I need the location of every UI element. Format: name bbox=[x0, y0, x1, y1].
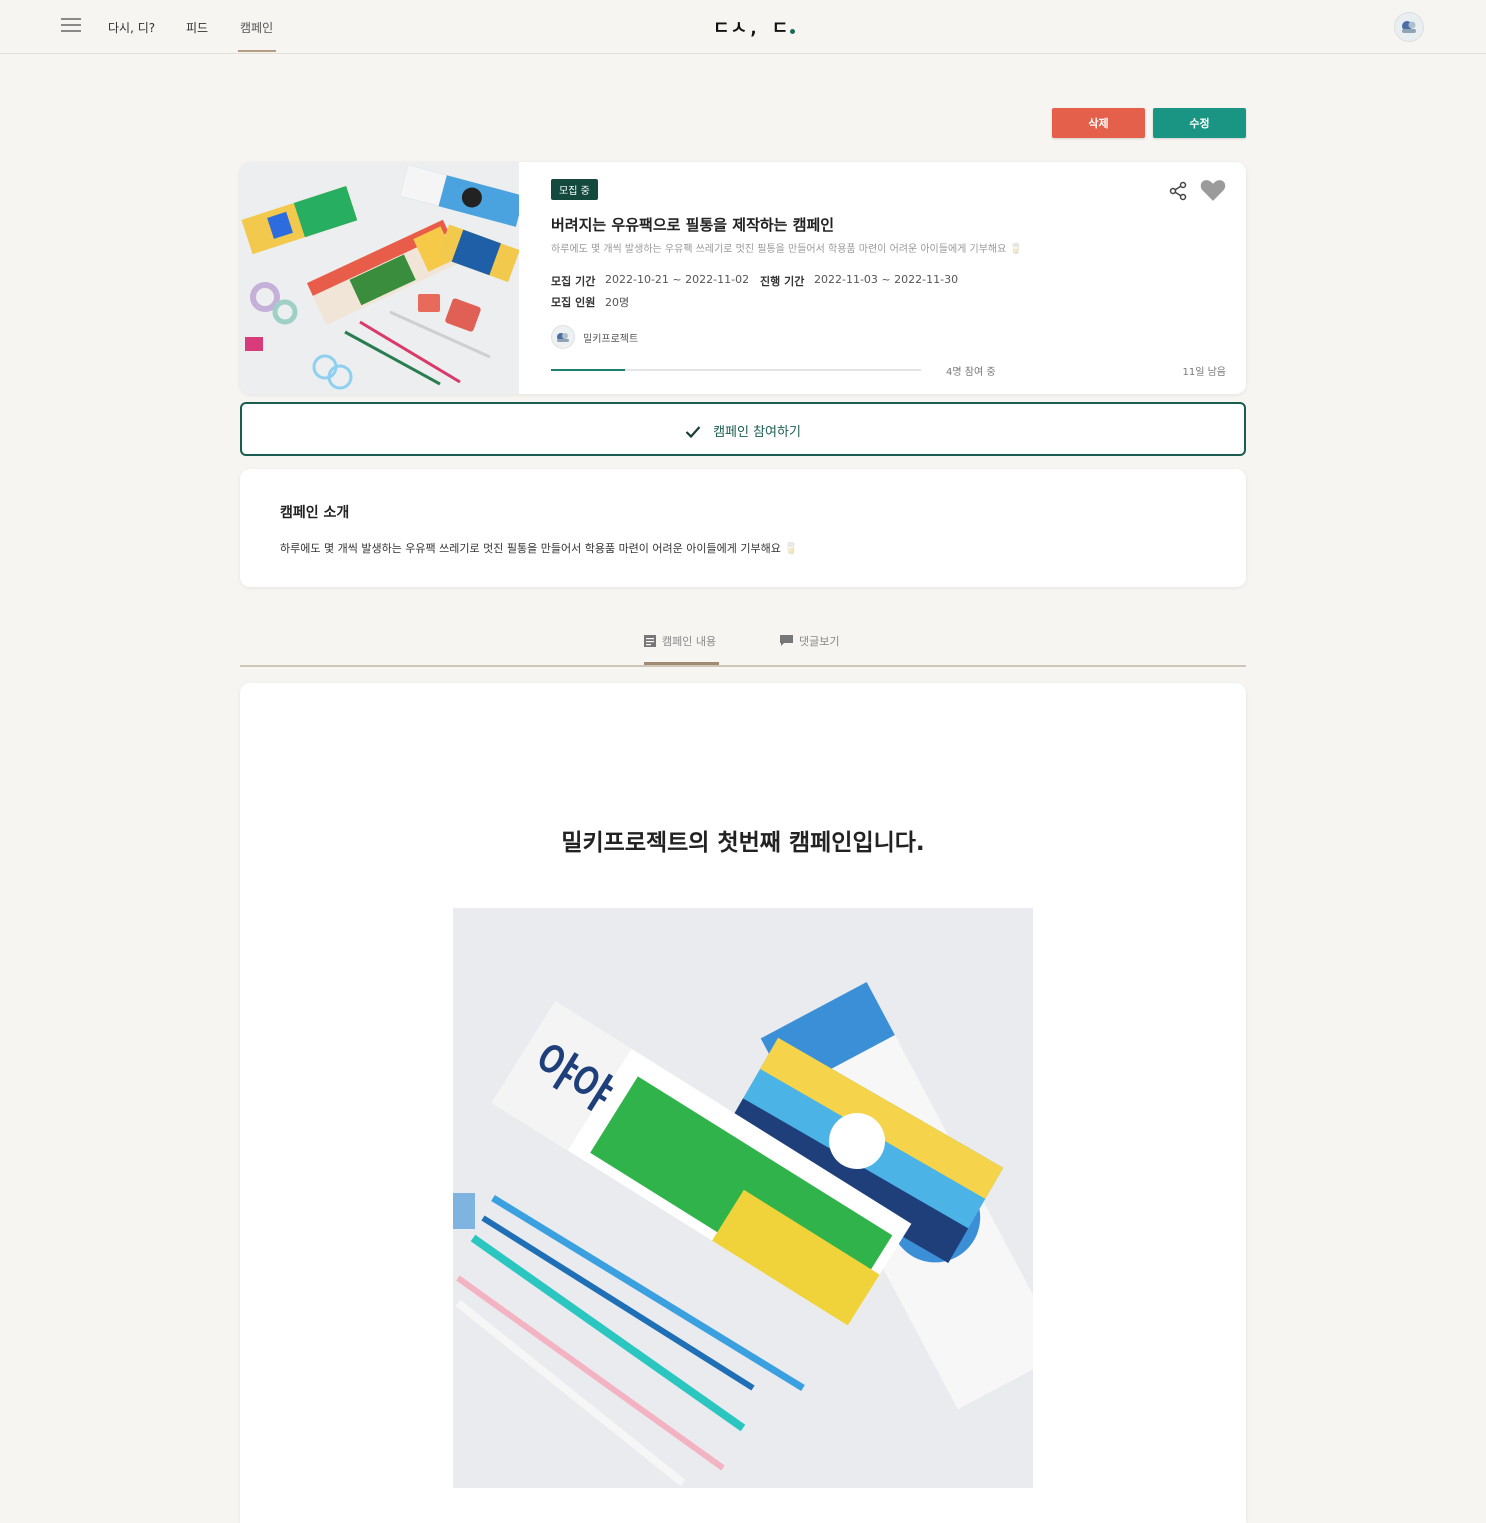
user-avatar[interactable] bbox=[1394, 12, 1424, 42]
nav-item-feed[interactable]: 피드 bbox=[186, 19, 208, 36]
tab-campaign-content-label: 캠페인 내용 bbox=[662, 635, 717, 648]
tab-comments[interactable]: 댓글보기 bbox=[780, 633, 839, 649]
status-badge: 모집 중 bbox=[551, 179, 598, 200]
intro-title: 캠페인 소개 bbox=[280, 505, 350, 521]
share-icon[interactable] bbox=[1168, 181, 1188, 205]
recruit-period-label: 모집 기간 bbox=[551, 275, 596, 288]
participant-count: 4명 참여 중 bbox=[946, 367, 996, 378]
check-icon bbox=[685, 426, 701, 439]
content-illustration: 야야 bbox=[453, 908, 1033, 1488]
nav-item-home[interactable]: 다시, 디? bbox=[108, 19, 155, 36]
campaign-intro-section: 캠페인 소개 하루에도 몇 개씩 발생하는 우유팩 쓰레기로 멋진 필통을 만들… bbox=[240, 469, 1246, 587]
tab-campaign-content[interactable]: 캠페인 내용 bbox=[644, 633, 716, 649]
tabs-divider bbox=[240, 665, 1246, 667]
campaign-content-image: 야야 bbox=[453, 908, 1033, 1488]
tab-comments-label: 댓글보기 bbox=[799, 635, 840, 648]
headcount-label: 모집 인원 bbox=[551, 296, 596, 309]
campaign-card: 모집 중 버려지는 우유팩으로 필통을 제작하는 캠페인 하루에도 몇 개씩 발… bbox=[240, 162, 1246, 394]
top-header: 다시, 디? 피드 캠페인 ㄷㅅ, ㄷ bbox=[0, 0, 1486, 54]
days-remaining: 11일 남음 bbox=[1182, 367, 1226, 378]
active-tab-indicator bbox=[644, 662, 719, 665]
nav-active-indicator bbox=[238, 50, 276, 52]
participation-progress-fill bbox=[551, 369, 625, 371]
avatar-illustration bbox=[1395, 13, 1423, 41]
campaign-summary: 하루에도 몇 개씩 발생하는 우유팩 쓰레기로 멋진 필통을 만들어서 학용품 … bbox=[551, 244, 1022, 255]
comment-icon bbox=[780, 635, 793, 646]
join-campaign-label: 캠페인 참여하기 bbox=[713, 425, 801, 440]
progress-period-label: 진행 기간 bbox=[760, 275, 805, 288]
organizer-avatar[interactable] bbox=[551, 325, 575, 349]
campaign-content-section: 밀키프로젝트의 첫번째 캠페인입니다. 야야 bbox=[240, 683, 1246, 1523]
progress-period-value: 2022-11-03 ~ 2022-11-30 bbox=[814, 273, 959, 286]
campaign-thumbnail bbox=[240, 162, 519, 394]
organizer-name[interactable]: 밀키프로젝트 bbox=[583, 330, 638, 345]
intro-text: 하루에도 몇 개씩 발생하는 우유팩 쓰레기로 멋진 필통을 만들어서 학용품 … bbox=[280, 542, 799, 555]
hamburger-icon[interactable] bbox=[61, 18, 81, 34]
recruit-period-value: 2022-10-21 ~ 2022-11-02 bbox=[605, 273, 750, 286]
thumbnail-illustration bbox=[240, 162, 519, 394]
site-logo[interactable]: ㄷㅅ, ㄷ bbox=[713, 14, 796, 40]
join-campaign-button[interactable]: 캠페인 참여하기 bbox=[240, 402, 1246, 456]
content-heading: 밀키프로젝트의 첫번째 캠페인입니다. bbox=[561, 830, 925, 856]
edit-button[interactable]: 수정 bbox=[1153, 108, 1246, 138]
delete-button[interactable]: 삭제 bbox=[1052, 108, 1145, 138]
campaign-card-body: 모집 중 버려지는 우유팩으로 필통을 제작하는 캠페인 하루에도 몇 개씩 발… bbox=[551, 162, 1246, 394]
document-icon bbox=[644, 635, 656, 647]
organizer-avatar-illustration bbox=[557, 333, 569, 342]
headcount-value: 20명 bbox=[605, 296, 630, 309]
heart-icon[interactable] bbox=[1200, 178, 1226, 206]
participation-progress-bar bbox=[551, 369, 921, 371]
nav-item-campaign[interactable]: 캠페인 bbox=[240, 19, 273, 36]
campaign-title: 버려지는 우유팩으로 필통을 제작하는 캠페인 bbox=[551, 216, 835, 234]
